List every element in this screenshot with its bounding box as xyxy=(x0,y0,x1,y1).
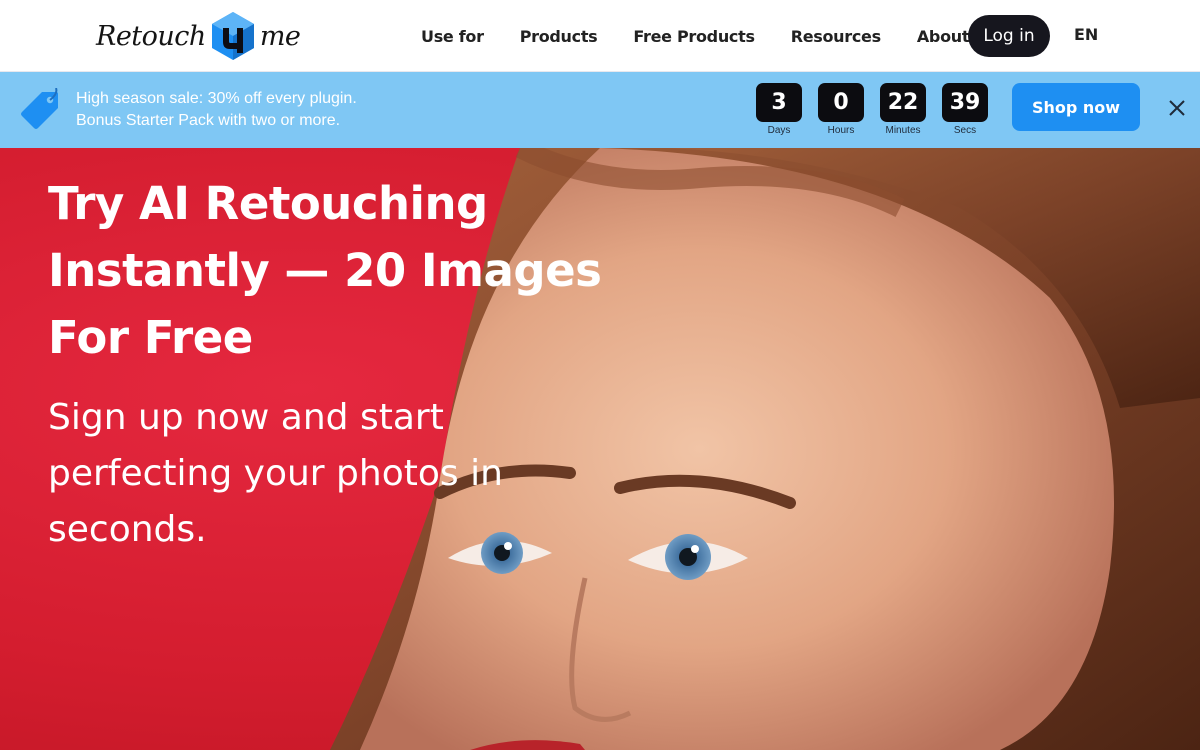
main-nav: Use for Products Free Products Resources… xyxy=(403,14,1032,58)
promo-line-2: Bonus Starter Pack with two or more. xyxy=(76,112,341,129)
promo-banner: High season sale: 30% off every plugin. … xyxy=(0,72,1200,148)
language-selector[interactable]: EN xyxy=(1074,25,1098,44)
promo-text: High season sale: 30% off every plugin. … xyxy=(76,88,357,132)
login-button[interactable]: Log in xyxy=(968,15,1050,57)
countdown-seconds: 39 Secs xyxy=(942,83,988,136)
logo-text-me: me xyxy=(259,20,301,52)
countdown-minutes-value: 22 xyxy=(880,83,926,122)
countdown-seconds-value: 39 xyxy=(942,83,988,122)
countdown-minutes: 22 Minutes xyxy=(880,83,926,136)
logo-text-retouch: Retouch xyxy=(96,20,206,52)
nav-free-products[interactable]: Free Products xyxy=(633,27,755,46)
countdown-minutes-label: Minutes xyxy=(885,125,921,136)
countdown-days: 3 Days xyxy=(756,83,802,136)
countdown-seconds-label: Secs xyxy=(953,125,977,136)
nav-use-for[interactable]: Use for xyxy=(421,27,484,46)
price-tag-icon xyxy=(21,88,58,129)
hero-section: Try AI Retouching Instantly — 20 Images … xyxy=(0,148,1200,750)
shop-now-button[interactable]: Shop now xyxy=(1012,83,1140,131)
countdown-timer: 3 Days 0 Hours 22 Minutes 39 Secs xyxy=(756,83,1004,136)
countdown-hours: 0 Hours xyxy=(818,83,864,136)
countdown-hours-label: Hours xyxy=(827,125,855,136)
nav-resources[interactable]: Resources xyxy=(791,27,881,46)
hero-subtitle: Sign up now and start perfecting your ph… xyxy=(48,397,503,550)
site-header: Retouch me Use for Products Free Product… xyxy=(0,0,1200,72)
logo-cube-icon xyxy=(211,12,254,60)
hero-title: Try AI Retouching Instantly — 20 Images … xyxy=(48,177,602,364)
nav-products[interactable]: Products xyxy=(520,27,598,46)
retouchme-logo[interactable]: Retouch me xyxy=(96,10,301,62)
countdown-days-value: 3 xyxy=(756,83,802,122)
countdown-hours-value: 0 xyxy=(818,83,864,122)
promo-line-1: High season sale: 30% off every plugin. xyxy=(76,90,357,107)
countdown-days-label: Days xyxy=(767,125,791,136)
close-icon[interactable] xyxy=(1166,97,1188,119)
